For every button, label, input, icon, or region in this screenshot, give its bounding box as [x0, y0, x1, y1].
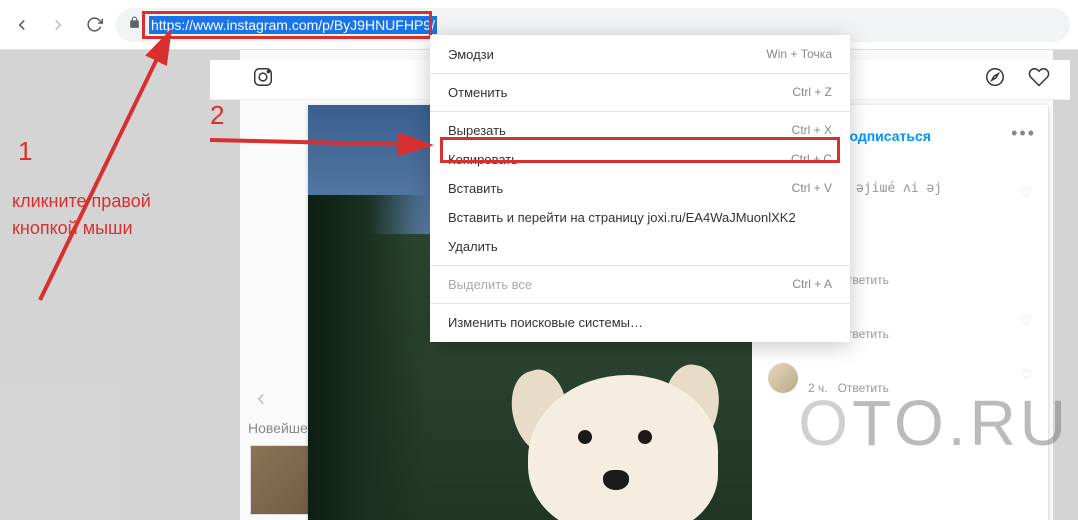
ctx-paste-and-go[interactable]: Вставить и перейти на страницу joxi.ru/E… — [430, 203, 850, 232]
comment-time: 2 ч. — [808, 381, 828, 395]
ctx-delete[interactable]: Удалить — [430, 232, 850, 261]
lock-icon — [128, 16, 141, 34]
ctx-separator — [430, 73, 850, 74]
compass-icon[interactable] — [984, 66, 1006, 93]
post-more-button[interactable]: ••• — [1011, 123, 1036, 144]
avatar[interactable] — [768, 363, 798, 393]
instagram-logo-icon[interactable] — [252, 66, 274, 93]
ctx-emoji[interactable]: ЭмодзиWin + Точка — [430, 40, 850, 69]
ctx-separator — [430, 111, 850, 112]
ctx-paste[interactable]: ВставитьCtrl + V — [430, 174, 850, 203]
annotation-step-1: 1 — [18, 136, 32, 167]
ctx-select-all[interactable]: Выделить всеCtrl + A — [430, 270, 850, 299]
follow-button[interactable]: Подписаться — [839, 128, 931, 144]
ctx-separator — [430, 303, 850, 304]
forward-button[interactable] — [44, 11, 72, 39]
url-text: https://www.instagram.com/p/ByJ9HNUFHP9/ — [149, 17, 437, 33]
ctx-cut[interactable]: ВырезатьCtrl + X — [430, 116, 850, 145]
reply-button[interactable]: Ответить — [838, 381, 889, 395]
annotation-instruction: кликните правойкнопкой мыши — [12, 188, 151, 242]
back-button[interactable] — [8, 11, 36, 39]
feed-label-newest: Новейше — [248, 420, 308, 436]
reload-button[interactable] — [80, 11, 108, 39]
comment-row: 2 ч. Ответить ♡ — [768, 363, 1032, 395]
ctx-copy[interactable]: КопироватьCtrl + C — [430, 145, 850, 174]
like-comment-icon[interactable]: ♡ — [1020, 313, 1032, 329]
heart-icon[interactable] — [1028, 66, 1050, 93]
annotation-step-2: 2 — [210, 100, 224, 131]
ctx-separator — [430, 265, 850, 266]
ctx-undo[interactable]: ОтменитьCtrl + Z — [430, 78, 850, 107]
dog-illustration — [508, 335, 738, 520]
modal-backdrop-right — [1053, 50, 1078, 520]
like-comment-icon[interactable]: ♡ — [1020, 185, 1032, 201]
prev-post-chevron[interactable] — [252, 390, 270, 414]
ctx-search-engines[interactable]: Изменить поисковые системы… — [430, 308, 850, 337]
context-menu: ЭмодзиWin + Точка ОтменитьCtrl + Z Вырез… — [430, 35, 850, 342]
like-comment-icon[interactable]: ♡ — [1020, 367, 1032, 383]
modal-backdrop-left — [0, 50, 240, 520]
